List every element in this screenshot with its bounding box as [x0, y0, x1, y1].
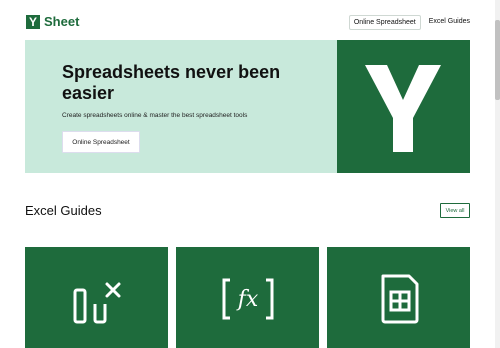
clear-columns-icon [73, 282, 120, 323]
guide-card[interactable] [327, 247, 470, 348]
nav-excel-guides[interactable]: Excel Guides [425, 15, 474, 30]
nav-online-spreadsheet[interactable]: Online Spreadsheet [348, 15, 421, 30]
page: Y Sheet Online Spreadsheet Excel Guides … [0, 0, 500, 348]
logo-text: Sheet [44, 14, 80, 29]
guide-card[interactable]: fx [176, 247, 319, 348]
hero-title: Spreadsheets never been easier [62, 62, 281, 103]
top-nav: Online Spreadsheet Excel Guides [348, 15, 474, 30]
site-logo[interactable]: Y Sheet [26, 14, 79, 29]
hero-banner: Spreadsheets never been easier Create sp… [25, 40, 470, 173]
section-title: Excel Guides [25, 203, 102, 218]
online-spreadsheet-button[interactable]: Online Spreadsheet [62, 131, 140, 153]
function-fx-icon: fx [222, 278, 273, 319]
logo-letter: Y [28, 14, 37, 29]
y-logo-icon [365, 65, 441, 152]
guide-card[interactable] [25, 247, 168, 348]
sim-card-grid-icon [381, 274, 418, 323]
logo-mark: Y [26, 14, 40, 29]
hero-subtitle: Create spreadsheets online & master the … [62, 112, 248, 119]
scrollbar[interactable] [495, 0, 500, 348]
hero-logo [337, 40, 470, 173]
scrollbar-thumb[interactable] [495, 20, 500, 100]
svg-text:fx: fx [235, 287, 258, 312]
view-all-button[interactable]: View all [440, 203, 470, 218]
